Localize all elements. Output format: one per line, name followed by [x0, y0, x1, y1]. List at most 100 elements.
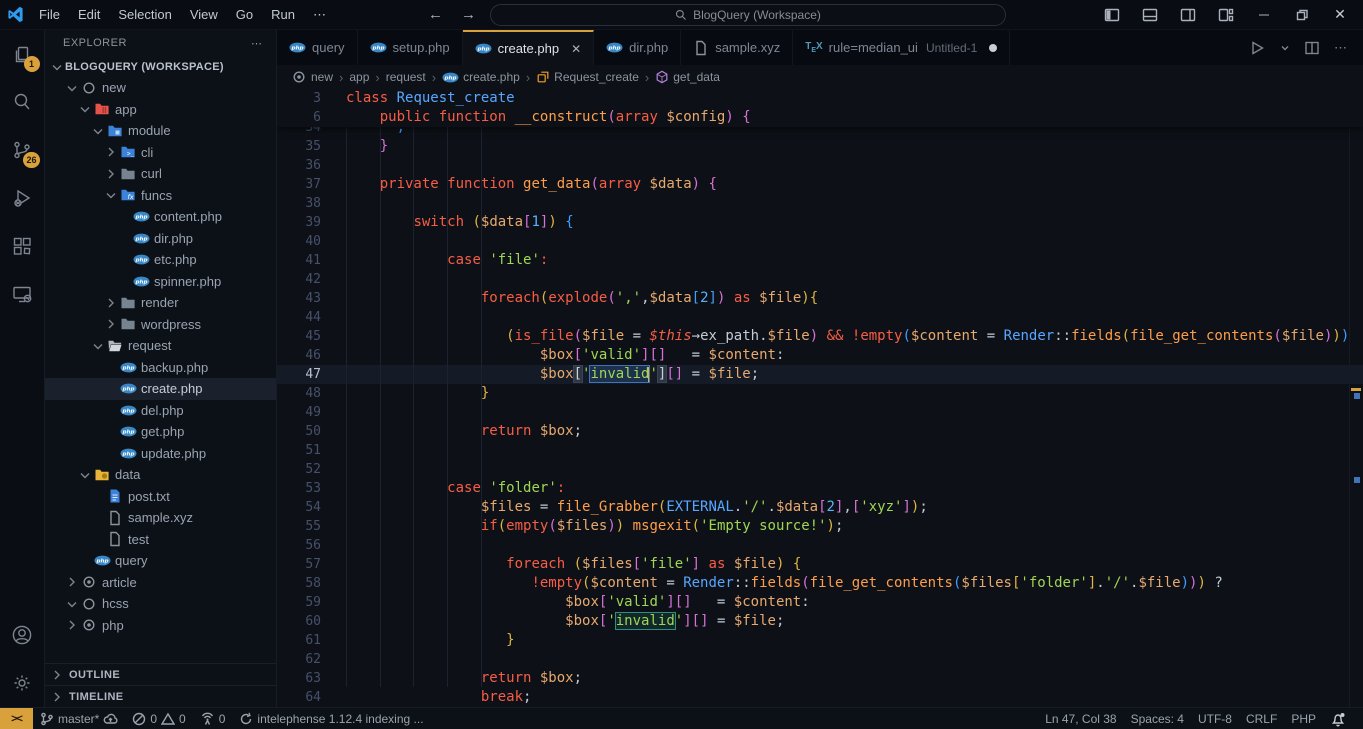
menu-run[interactable]: Run	[262, 7, 304, 22]
tree-item-php[interactable]: php	[45, 615, 276, 637]
code-line-45[interactable]: 45 (is_file($file = $this→ex_path.$file)…	[277, 327, 1363, 346]
menu-selection[interactable]: Selection	[109, 7, 180, 22]
run-dropdown[interactable]	[1280, 43, 1290, 53]
tab-rule-median_ui[interactable]: TEXrule=median_uiUntitled-1	[793, 30, 1010, 65]
close-button[interactable]: ✕	[1323, 0, 1357, 30]
tree-item-sample-xyz[interactable]: sample.xyz	[45, 507, 276, 529]
tab-dir-php[interactable]: phpdir.php	[594, 30, 681, 65]
code-line-6[interactable]: 6 public function __construct(array $con…	[277, 108, 1363, 127]
tree-item-new[interactable]: new	[45, 77, 276, 99]
code-line-49[interactable]: 49	[277, 403, 1363, 422]
code-line-56[interactable]: 56	[277, 536, 1363, 555]
tree-item-create-php[interactable]: phpcreate.php	[45, 378, 276, 400]
tree-item-query[interactable]: phpquery	[45, 550, 276, 572]
menu-go[interactable]: Go	[227, 7, 262, 22]
tree-item-backup-php[interactable]: phpbackup.php	[45, 357, 276, 379]
overview-ruler[interactable]	[1349, 89, 1363, 707]
tree-item-app[interactable]: app	[45, 99, 276, 121]
code-line-35[interactable]: 35 }	[277, 137, 1363, 156]
code-line-48[interactable]: 48 }	[277, 384, 1363, 403]
status-indentation[interactable]: Spaces: 4	[1124, 712, 1191, 726]
explorer-icon[interactable]: 1	[0, 30, 45, 78]
code-line-60[interactable]: 60 $box['invalid'][] = $file;	[277, 612, 1363, 631]
tree-item-del-php[interactable]: phpdel.php	[45, 400, 276, 422]
code-line-40[interactable]: 40	[277, 232, 1363, 251]
breadcrumb-item-create-php[interactable]: phpcreate.php	[442, 69, 520, 86]
tree-item-render[interactable]: render	[45, 292, 276, 314]
tree-item-get-php[interactable]: phpget.php	[45, 421, 276, 443]
status-ports[interactable]: 0	[193, 708, 233, 729]
layout-secondary-sidebar-icon[interactable]	[1171, 0, 1205, 30]
tree-item-hcss[interactable]: hcss	[45, 593, 276, 615]
status-eol[interactable]: CRLF	[1239, 712, 1284, 726]
customize-layout-icon[interactable]	[1209, 0, 1243, 30]
code-line-55[interactable]: 55 if(empty($files)) msgexit('Empty sour…	[277, 517, 1363, 536]
extensions-icon[interactable]	[0, 222, 45, 270]
code-line-52[interactable]: 52	[277, 460, 1363, 479]
menu-[interactable]: ⋯	[304, 7, 335, 23]
tree-item-article[interactable]: article	[45, 572, 276, 594]
code-line-3[interactable]: 3class Request_create	[277, 89, 1363, 108]
tree-item-module[interactable]: module	[45, 120, 276, 142]
split-editor-button[interactable]	[1304, 40, 1320, 56]
status-problems[interactable]: 00	[125, 708, 192, 729]
status-language-status[interactable]: intelephense 1.12.4 indexing ...	[232, 708, 430, 729]
layout-sidebar-icon[interactable]	[1095, 0, 1129, 30]
code-line-37[interactable]: 37 private function get_data(array $data…	[277, 175, 1363, 194]
code-line-34[interactable]: 34 ,	[277, 127, 1363, 137]
status-encoding[interactable]: UTF-8	[1191, 712, 1239, 726]
code-line-46[interactable]: 46 $box['valid'][] = $content:	[277, 346, 1363, 365]
tab-sample-xyz[interactable]: sample.xyz	[681, 30, 793, 65]
menu-file[interactable]: File	[30, 7, 69, 22]
tree-item-request[interactable]: request	[45, 335, 276, 357]
tree-item-data[interactable]: data	[45, 464, 276, 486]
tree-item-dir-php[interactable]: phpdir.php	[45, 228, 276, 250]
remote-explorer-icon[interactable]	[0, 270, 45, 318]
tree-item-etc-php[interactable]: phpetc.php	[45, 249, 276, 271]
command-center-search[interactable]: BlogQuery (Workspace)	[490, 4, 1006, 26]
code-line-59[interactable]: 59 $box['valid'][] = $content:	[277, 593, 1363, 612]
sidebar-section-timeline[interactable]: TIMELINE	[45, 685, 276, 707]
restore-button[interactable]	[1285, 0, 1319, 30]
code-line-43[interactable]: 43 foreach(explode(',',$data[2]) as $fil…	[277, 289, 1363, 308]
workspace-root-row[interactable]: BLOGQUERY (WORKSPACE)	[45, 56, 276, 77]
code-line-39[interactable]: 39 switch ($data[1]) {	[277, 213, 1363, 232]
breadcrumb-item-new[interactable]: new	[291, 69, 333, 85]
run-button[interactable]	[1248, 39, 1266, 57]
accounts-icon[interactable]	[0, 611, 45, 659]
tree-item-curl[interactable]: curl	[45, 163, 276, 185]
code-line-50[interactable]: 50 return $box;	[277, 422, 1363, 441]
code-line-64[interactable]: 64 break;	[277, 688, 1363, 707]
source-control-icon[interactable]: 26	[0, 126, 45, 174]
status-remote-indicator[interactable]: ><	[0, 708, 33, 729]
code-line-62[interactable]: 62	[277, 650, 1363, 669]
code-line-41[interactable]: 41 case 'file':	[277, 251, 1363, 270]
tree-item-spinner-php[interactable]: phpspinner.php	[45, 271, 276, 293]
menu-view[interactable]: View	[181, 7, 227, 22]
nav-forward-icon[interactable]: →	[457, 6, 480, 23]
modified-dot-icon[interactable]	[989, 44, 997, 52]
code-line-47[interactable]: 47 $box['invalid'][] = $file;	[277, 365, 1363, 384]
breadcrumb-item-app[interactable]: app	[349, 70, 369, 84]
tab-create-php[interactable]: phpcreate.php✕	[463, 30, 595, 65]
status-git-branch[interactable]: master*	[33, 708, 125, 729]
tree-item-post-txt[interactable]: post.txt	[45, 486, 276, 508]
tree-item-funcs[interactable]: fxfuncs	[45, 185, 276, 207]
menu-edit[interactable]: Edit	[69, 7, 109, 22]
code-line-38[interactable]: 38	[277, 194, 1363, 213]
breadcrumb-item-request[interactable]: request	[386, 70, 426, 84]
code-line-63[interactable]: 63 return $box;	[277, 669, 1363, 688]
status-notifications[interactable]	[1323, 711, 1353, 727]
explorer-more-icon[interactable]: ⋯	[251, 37, 264, 50]
status-language-mode[interactable]: PHP	[1284, 712, 1323, 726]
sticky-scroll[interactable]: 3class Request_create6 public function _…	[277, 89, 1363, 127]
nav-back-icon[interactable]: ←	[424, 6, 447, 23]
layout-panel-icon[interactable]	[1133, 0, 1167, 30]
status-cursor-position[interactable]: Ln 47, Col 38	[1038, 712, 1123, 726]
code-line-57[interactable]: 57 foreach ($files['file'] as $file) {	[277, 555, 1363, 574]
code-line-42[interactable]: 42	[277, 270, 1363, 289]
minimize-button[interactable]	[1247, 0, 1281, 30]
code-line-44[interactable]: 44	[277, 308, 1363, 327]
tree-item-test[interactable]: test	[45, 529, 276, 551]
code-editor[interactable]: 3class Request_create6 public function _…	[277, 89, 1363, 707]
